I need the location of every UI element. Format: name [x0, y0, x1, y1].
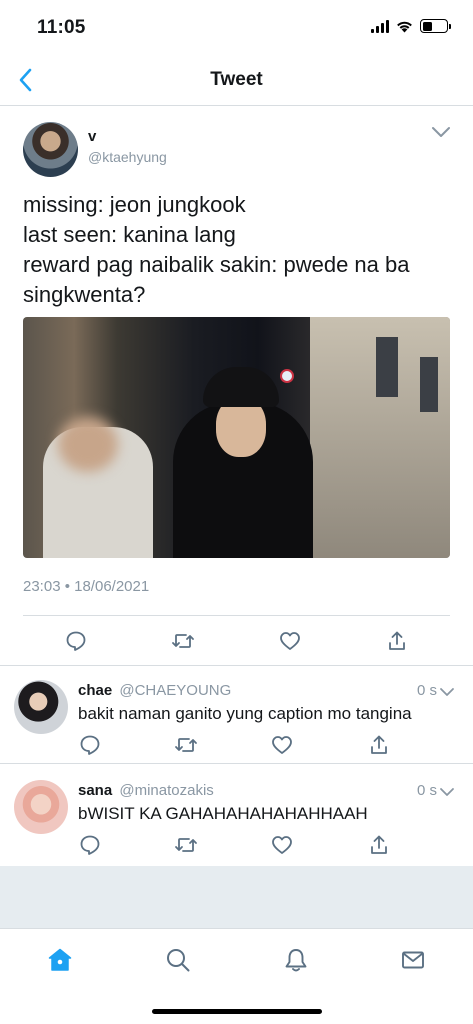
- like-button[interactable]: [267, 730, 297, 760]
- tab-messages[interactable]: [398, 945, 428, 975]
- share-icon: [371, 735, 387, 754]
- wifi-icon: [397, 21, 412, 32]
- comment-icon: [80, 835, 100, 855]
- reply-actions: [0, 730, 473, 760]
- home-indicator[interactable]: [152, 1009, 322, 1014]
- heart-icon: [272, 836, 292, 854]
- reply-tweet[interactable]: sana @minatozakis 0 s bWISIT KA GAHAHAHA…: [0, 766, 473, 864]
- chevron-down-icon: [432, 127, 450, 137]
- author-name[interactable]: v: [88, 128, 96, 145]
- chevron-down-icon: [440, 688, 454, 696]
- tweet-menu-button[interactable]: [431, 125, 451, 143]
- tab-bar: [0, 928, 473, 1024]
- reply-menu-button[interactable]: [439, 784, 455, 802]
- retweet-button[interactable]: [171, 830, 201, 860]
- share-button[interactable]: [364, 730, 394, 760]
- like-button[interactable]: [275, 626, 305, 656]
- empty-area: [0, 866, 473, 928]
- retweet-icon: [172, 634, 194, 648]
- comment-icon: [66, 631, 86, 651]
- nav-header: Tweet: [0, 56, 473, 106]
- status-icons: [371, 19, 451, 33]
- home-icon: [48, 948, 72, 971]
- reply-header: chae @CHAEYOUNG: [78, 682, 231, 699]
- status-bar: 11:05: [0, 0, 473, 56]
- reply-button[interactable]: [75, 730, 105, 760]
- reply-author-handle[interactable]: @minatozakis: [119, 782, 213, 799]
- battery-icon: [420, 19, 451, 33]
- divider: [23, 615, 450, 616]
- share-icon: [371, 835, 387, 854]
- cellular-signal-icon: [371, 19, 389, 33]
- comment-icon: [80, 735, 100, 755]
- retweet-button[interactable]: [168, 626, 198, 656]
- reply-timestamp: 0 s: [416, 682, 437, 699]
- reply-menu-button[interactable]: [439, 684, 455, 702]
- avatar[interactable]: [23, 122, 78, 177]
- tweet-text: missing: jeon jungkook last seen: kanina…: [23, 192, 410, 307]
- reply-author-handle[interactable]: @CHAEYOUNG: [119, 682, 231, 699]
- reply-author-name[interactable]: sana: [78, 782, 112, 799]
- reply-tweet[interactable]: chae @CHAEYOUNG 0 s bakit naman ganito y…: [0, 666, 473, 764]
- tweet-photo[interactable]: [23, 317, 450, 558]
- reply-text: bakit naman ganito yung caption mo tangi…: [78, 704, 412, 723]
- reply-author-name[interactable]: chae: [78, 682, 112, 699]
- mail-icon: [402, 951, 424, 969]
- like-button[interactable]: [267, 830, 297, 860]
- retweet-button[interactable]: [171, 730, 201, 760]
- search-icon: [167, 949, 190, 972]
- tweet-actions: [0, 626, 473, 656]
- share-icon: [389, 631, 405, 650]
- reply-text: bWISIT KA GAHAHAHAHAHAHHAAH: [78, 804, 368, 823]
- avatar[interactable]: [14, 780, 68, 834]
- page-title: Tweet: [210, 69, 263, 90]
- reply-button[interactable]: [61, 626, 91, 656]
- author-handle[interactable]: @ktaehyung: [88, 149, 167, 165]
- tab-home[interactable]: [45, 945, 75, 975]
- bell-icon: [285, 949, 307, 972]
- share-button[interactable]: [382, 626, 412, 656]
- avatar[interactable]: [14, 680, 68, 734]
- status-time: 11:05: [37, 17, 86, 38]
- reply-header: sana @minatozakis: [78, 782, 214, 799]
- heart-icon: [272, 736, 292, 754]
- tweet-timestamp: 23:03 • 18/06/2021: [23, 578, 150, 595]
- tab-search[interactable]: [163, 945, 193, 975]
- tab-notifications[interactable]: [281, 945, 311, 975]
- heart-icon: [280, 632, 300, 650]
- reply-timestamp: 0 s: [416, 782, 437, 799]
- share-button[interactable]: [364, 830, 394, 860]
- retweet-icon: [175, 838, 197, 852]
- reply-button[interactable]: [75, 830, 105, 860]
- retweet-icon: [175, 738, 197, 752]
- chevron-down-icon: [440, 788, 454, 796]
- reply-actions: [0, 830, 473, 860]
